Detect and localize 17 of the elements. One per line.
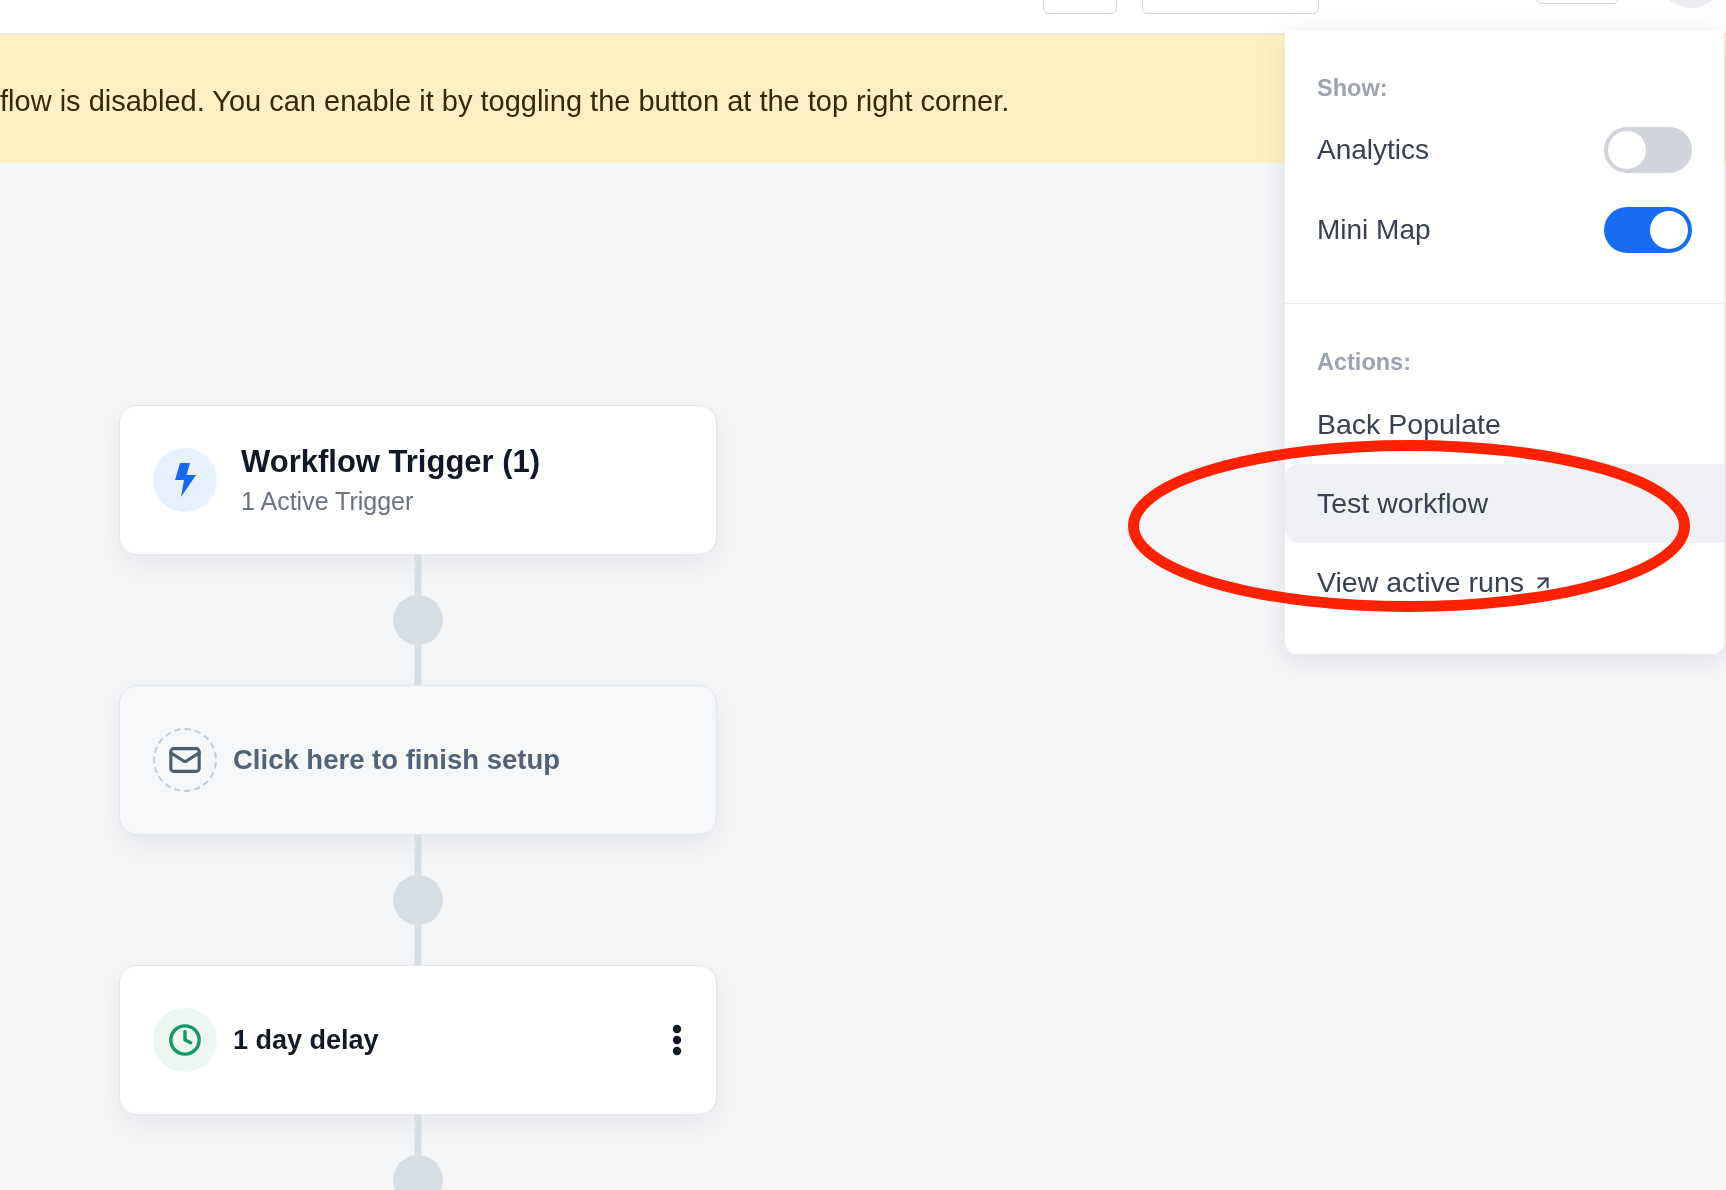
menu-item[interactable]: Back Populate [1285,385,1724,464]
more-icon[interactable] [672,1024,682,1056]
section-label: Actions: [1317,348,1411,378]
section-label: Show: [1317,74,1388,104]
envelope-icon [153,728,217,792]
delay-card[interactable]: 1 day delay [119,965,717,1115]
node-title: Click here to finish setup [233,743,561,777]
node-title: Workflow Trigger (1) [241,443,542,481]
setup-card[interactable]: Click here to finish setup [119,685,717,835]
toggle-label: Analytics [1317,133,1430,167]
node-title: 1 day delay [233,1024,380,1057]
toggle-label: Mini Map [1317,213,1431,247]
banner-message: flow is disabled. You can enable it by toggling the button at the top right corner. [0,83,1010,119]
trigger-card[interactable]: Workflow Trigger (1) 1 Active Trigger [119,405,717,555]
toggle-switch[interactable] [1604,207,1692,253]
node-subtitle: 1 Active Trigger [241,486,415,517]
menu-item[interactable]: Test workflow [1285,464,1724,543]
